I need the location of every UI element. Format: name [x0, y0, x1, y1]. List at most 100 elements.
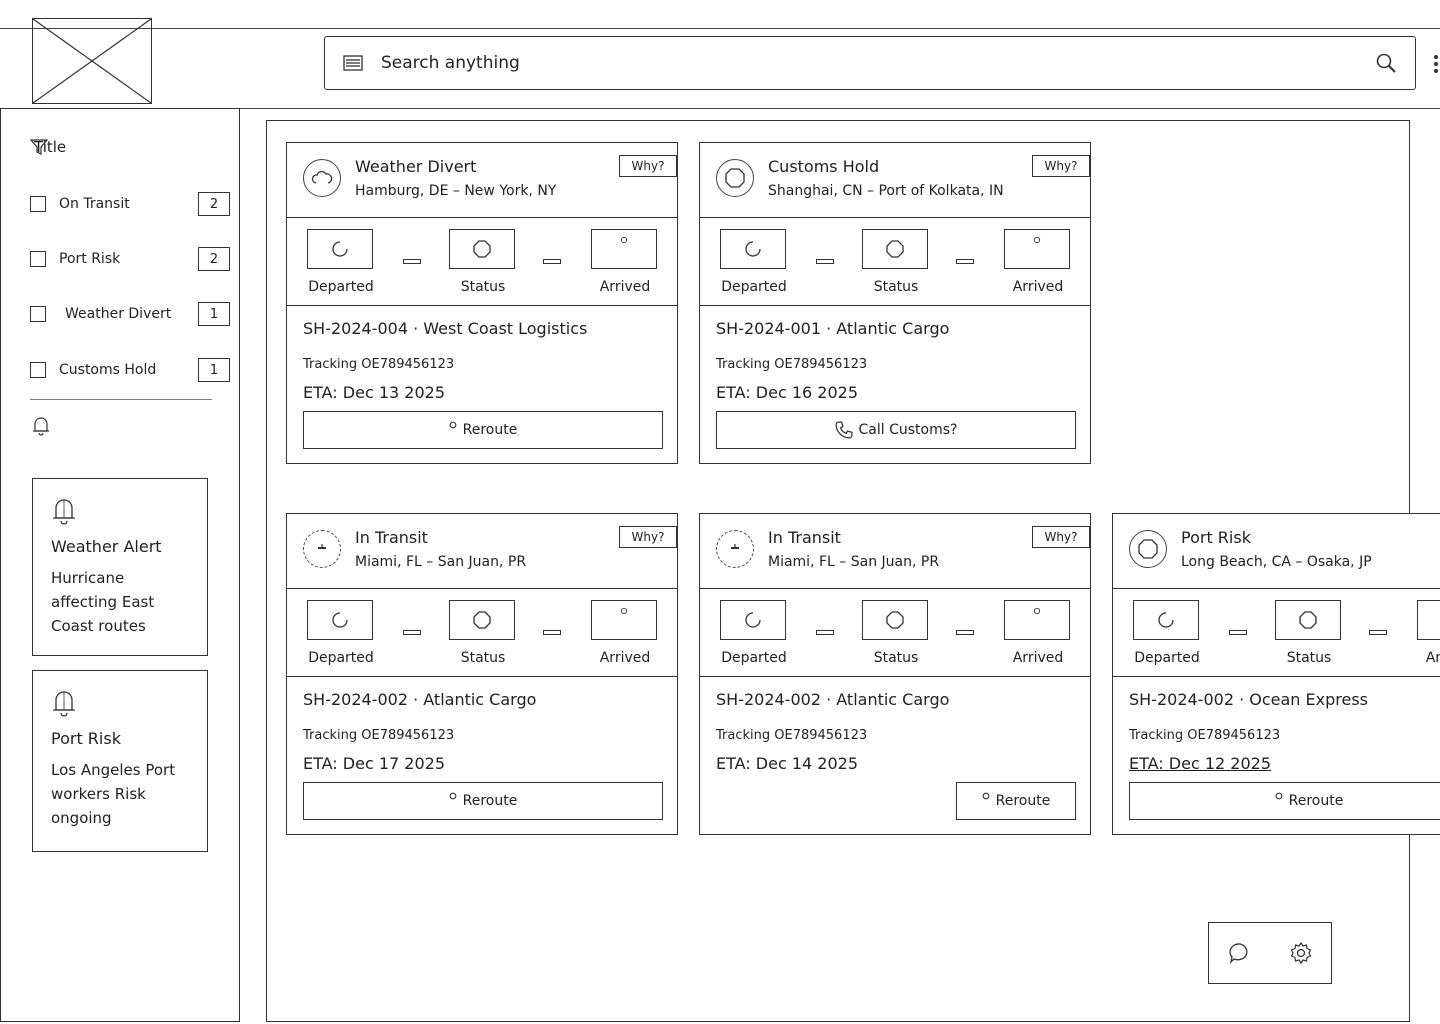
filter-icon[interactable] — [30, 138, 48, 156]
octagon-icon — [886, 240, 904, 258]
checkbox[interactable] — [30, 196, 46, 212]
step-label: Departed — [721, 279, 787, 295]
card-route: Miami, FL – San Juan, PR — [768, 554, 940, 570]
search-input[interactable] — [379, 52, 1375, 74]
step-connector — [1229, 630, 1247, 635]
why-button[interactable]: Why? — [1032, 155, 1090, 177]
step-status: Status — [449, 600, 517, 666]
step-label: Arrived — [1012, 279, 1064, 295]
call-customs-button[interactable]: Call Customs? — [716, 411, 1076, 449]
step-label: Departed — [721, 650, 787, 666]
card-header: Port Risk Long Beach, CA – Osaka, JP — [1113, 514, 1440, 589]
step-label: Status — [1286, 650, 1332, 666]
step-departed: Departed — [720, 229, 788, 295]
dot-icon — [449, 421, 457, 429]
filter-label: Customs Hold — [59, 362, 157, 378]
card-route: Long Beach, CA – Osaka, JP — [1181, 554, 1372, 570]
shipment-id: SH-2024-002 · Ocean Express — [1129, 690, 1368, 709]
alert-card-port-risk[interactable]: Port Risk Los Angeles Port workers Risk … — [32, 670, 208, 852]
dot-icon — [620, 236, 628, 244]
step-connector — [543, 259, 561, 264]
chat-icon[interactable] — [1228, 941, 1252, 965]
search-icon[interactable] — [1375, 52, 1397, 74]
filter-customs-hold[interactable]: Customs Hold 1 — [30, 356, 230, 384]
button-label: Call Customs? — [858, 422, 958, 438]
card-title: Customs Hold — [768, 157, 880, 176]
filter-header: Title — [30, 138, 66, 156]
octagon-icon — [473, 611, 491, 629]
shipment-id: SH-2024-004 · West Coast Logistics — [303, 319, 588, 338]
button-label: Reroute — [995, 793, 1051, 809]
tracking-number: Tracking OE789456123 — [716, 728, 868, 743]
tracking-number: Tracking OE789456123 — [716, 357, 868, 372]
octagon-icon — [1299, 611, 1317, 629]
shipment-card[interactable]: Port Risk Long Beach, CA – Osaka, JP Dep… — [1112, 513, 1440, 835]
why-button[interactable]: Why? — [1032, 526, 1090, 548]
loading-icon — [745, 612, 761, 628]
loading-icon — [332, 241, 348, 257]
dot-icon — [620, 607, 628, 615]
gear-icon[interactable] — [1289, 941, 1313, 965]
shipment-card[interactable]: In Transit Miami, FL – San Juan, PR Why?… — [286, 513, 678, 835]
shipment-id: SH-2024-002 · Atlantic Cargo — [716, 690, 950, 709]
bell-icon — [53, 691, 75, 717]
step-departed: Departed — [720, 600, 788, 666]
step-connector — [956, 630, 974, 635]
alert-body: Hurricane affecting East Coast routes — [51, 569, 155, 635]
step-connector — [956, 259, 974, 264]
shipment-card[interactable]: In Transit Miami, FL – San Juan, PR Why?… — [699, 513, 1091, 835]
step-arrived: Arrived — [591, 229, 659, 295]
filter-on-transit[interactable]: On Transit 2 — [30, 190, 230, 218]
step-arrived: Arrived — [591, 600, 659, 666]
why-button[interactable]: Why? — [619, 155, 677, 177]
ship-icon — [731, 544, 739, 549]
reroute-button[interactable]: Reroute — [303, 782, 663, 820]
step-label: Departed — [1134, 650, 1200, 666]
eta: ETA: Dec 13 2025 — [303, 383, 445, 402]
step-label: Departed — [308, 650, 374, 666]
dot-icon — [982, 792, 990, 800]
checkbox[interactable] — [30, 251, 46, 267]
cloud-icon — [311, 170, 333, 184]
shipment-card[interactable]: Weather Divert Hamburg, DE – New York, N… — [286, 142, 678, 464]
floating-actions — [1208, 922, 1332, 984]
eta: ETA: Dec 14 2025 — [716, 754, 858, 773]
step-arrived: Arrived — [1004, 229, 1072, 295]
card-title: In Transit — [355, 528, 428, 547]
shipment-id: SH-2024-001 · Atlantic Cargo — [716, 319, 950, 338]
step-status: Status — [862, 229, 930, 295]
ship-icon — [318, 544, 326, 549]
card-header: In Transit Miami, FL – San Juan, PR Why? — [700, 514, 1090, 589]
reroute-button[interactable]: Reroute — [303, 411, 663, 449]
alert-body: Los Angeles Port workers Risk ongoing — [51, 761, 176, 827]
octagon-icon — [473, 240, 491, 258]
step-connector — [403, 630, 421, 635]
alert-card-weather[interactable]: Weather Alert Hurricane affecting East C… — [32, 478, 208, 656]
filter-port-risk[interactable]: Port Risk 2 — [30, 245, 230, 273]
filter-weather-divert[interactable]: Weather Divert 1 — [30, 300, 230, 328]
filter-label: Port Risk — [59, 251, 121, 267]
menu-icon[interactable] — [343, 53, 363, 73]
notifications-icon[interactable] — [32, 416, 50, 436]
progress-steps: Departed Status Arrived — [287, 217, 677, 306]
octagon-icon — [725, 168, 745, 188]
search-bar[interactable] — [324, 36, 1416, 90]
step-label: Status — [873, 650, 919, 666]
dot-icon — [449, 792, 457, 800]
progress-steps: Departed Status Arrived — [700, 217, 1090, 306]
checkbox[interactable] — [30, 306, 46, 322]
filter-count: 2 — [198, 247, 230, 271]
shipment-card[interactable]: Customs Hold Shanghai, CN – Port of Kolk… — [699, 142, 1091, 464]
tracking-number: Tracking OE789456123 — [1129, 728, 1281, 743]
card-route: Hamburg, DE – New York, NY — [355, 183, 557, 199]
card-title: Weather Divert — [355, 157, 477, 176]
app-root: Title On Transit 2 Port Risk 2 Weather D… — [0, 0, 1440, 1024]
reroute-button[interactable]: Reroute — [956, 782, 1076, 820]
more-options-icon[interactable] — [1432, 54, 1440, 74]
reroute-button[interactable]: Reroute — [1129, 782, 1440, 820]
checkbox[interactable] — [30, 362, 46, 378]
step-arrived: Arrived — [1004, 600, 1072, 666]
button-label: Reroute — [462, 422, 518, 438]
logo-placeholder — [32, 18, 152, 104]
why-button[interactable]: Why? — [619, 526, 677, 548]
